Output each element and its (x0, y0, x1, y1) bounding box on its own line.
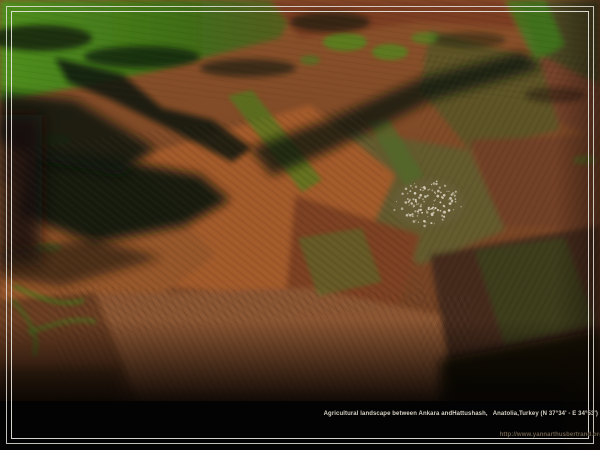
caption-title: Agricultural landscape between Ankara an… (324, 411, 598, 418)
photo-caption: Agricultural landscape between Ankara an… (324, 397, 598, 450)
village-ground (391, 178, 465, 228)
caption-url: http://www.yannarthusbertrand.org (324, 432, 600, 439)
right-vignette (555, 0, 600, 450)
desktop-wallpaper: Agricultural landscape between Ankara an… (0, 0, 600, 450)
aerial-photo (0, 0, 600, 450)
